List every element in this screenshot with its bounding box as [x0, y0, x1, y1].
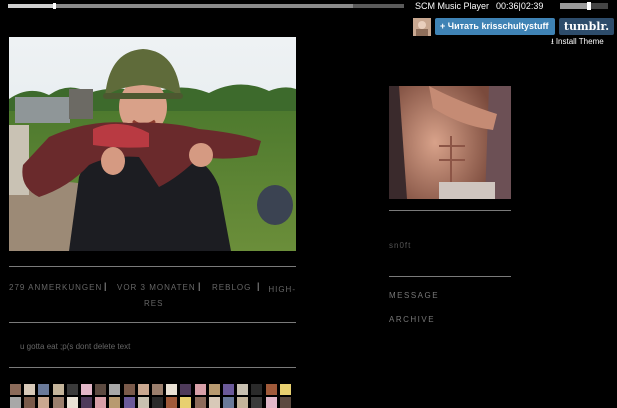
- note-avatar[interactable]: [52, 384, 64, 395]
- note-avatar[interactable]: [208, 384, 220, 395]
- note-avatar[interactable]: [137, 397, 149, 408]
- note-avatar[interactable]: [24, 384, 36, 395]
- note-avatar[interactable]: [123, 397, 135, 408]
- note-avatar[interactable]: [24, 397, 36, 408]
- note-avatar[interactable]: [95, 384, 107, 395]
- note-avatar[interactable]: [166, 397, 178, 408]
- note-avatar[interactable]: [152, 397, 163, 408]
- note-avatar[interactable]: [180, 397, 192, 408]
- note-avatar[interactable]: [194, 397, 206, 408]
- note-avatar[interactable]: [279, 384, 291, 395]
- note-avatar[interactable]: [81, 397, 92, 408]
- sidebar-text: sn0ft: [389, 241, 412, 250]
- meta-separator: |: [104, 281, 108, 291]
- avatar[interactable]: [413, 18, 431, 36]
- divider: [9, 367, 296, 368]
- divider: [389, 276, 511, 277]
- sidebar-photo: [389, 86, 511, 199]
- seek-progress: [8, 4, 54, 8]
- post-photo[interactable]: [9, 37, 296, 251]
- post-image: [9, 37, 296, 251]
- note-avatar[interactable]: [279, 397, 291, 408]
- note-avatar[interactable]: [109, 384, 121, 395]
- note-avatar[interactable]: [194, 384, 206, 395]
- tumblr-logo-button[interactable]: tumblr.: [559, 18, 614, 35]
- note-avatar[interactable]: [123, 384, 135, 395]
- sidebar-image: [389, 86, 511, 199]
- download-icon: ⭳: [551, 37, 554, 46]
- note-avatar[interactable]: [251, 397, 263, 408]
- note-avatar[interactable]: [237, 397, 249, 408]
- note-avatar[interactable]: [10, 384, 21, 395]
- archive-link[interactable]: ARCHIVE: [389, 315, 435, 324]
- note-avatar[interactable]: [251, 384, 263, 395]
- seek-handle[interactable]: [52, 3, 56, 9]
- high-res-link[interactable]: HIGH- RES: [144, 283, 296, 311]
- notes-avatars: [10, 384, 300, 408]
- note-avatar[interactable]: [95, 397, 107, 408]
- post-caption: u gotta eat ;p(s dont delete text: [20, 342, 131, 351]
- divider: [389, 210, 511, 211]
- note-avatar[interactable]: [137, 384, 149, 395]
- note-avatar[interactable]: [81, 384, 92, 395]
- note-avatar[interactable]: [265, 384, 277, 395]
- note-avatar[interactable]: [265, 397, 277, 408]
- note-avatar[interactable]: [166, 384, 178, 395]
- follow-button[interactable]: + Читать krisschultystuff: [435, 18, 555, 35]
- seek-buffer: [8, 4, 353, 8]
- note-avatar[interactable]: [223, 397, 234, 408]
- divider: [9, 322, 296, 323]
- note-avatar[interactable]: [38, 397, 50, 408]
- avatar-image: [413, 18, 431, 36]
- note-avatar[interactable]: [237, 384, 249, 395]
- volume-level: [560, 3, 589, 9]
- note-avatar[interactable]: [66, 397, 78, 408]
- message-link[interactable]: MESSAGE: [389, 291, 439, 300]
- music-player: SCM Music Player 00:36|02:39: [0, 0, 617, 13]
- volume-slider[interactable]: [560, 2, 608, 10]
- player-title: SCM Music Player: [415, 1, 490, 11]
- note-avatar[interactable]: [38, 384, 50, 395]
- notes-link[interactable]: 279 ANMERKUNGEN: [9, 283, 102, 292]
- note-avatar[interactable]: [152, 384, 163, 395]
- player-time: 00:36|02:39: [496, 1, 544, 11]
- seek-bar[interactable]: [8, 3, 404, 9]
- install-theme-label: Install Theme: [555, 37, 604, 46]
- install-theme-link[interactable]: ⭳ Install Theme: [551, 37, 604, 47]
- volume-handle[interactable]: [586, 2, 591, 10]
- note-avatar[interactable]: [10, 397, 21, 408]
- note-avatar[interactable]: [52, 397, 64, 408]
- note-avatar[interactable]: [208, 397, 220, 408]
- note-avatar[interactable]: [223, 384, 234, 395]
- divider: [9, 266, 296, 267]
- note-avatar[interactable]: [180, 384, 192, 395]
- post-meta: 279 ANMERKUNGEN | VOR 3 MONATEN | REBLOG…: [9, 281, 296, 311]
- note-avatar[interactable]: [66, 384, 78, 395]
- note-avatar[interactable]: [109, 397, 121, 408]
